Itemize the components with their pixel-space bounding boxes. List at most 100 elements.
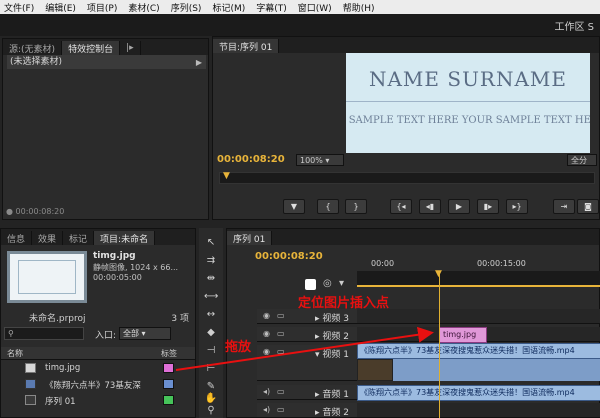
ripple-edit-tool-icon[interactable]: ⇹ [204,272,218,286]
project-item-video[interactable]: 《陈翔六点半》73基友深 [1,377,195,392]
no-clip-selected: (未选择素材) ▶ [7,55,206,69]
eye-icon[interactable]: ◉ [263,347,273,357]
tab-source[interactable]: 源:(无素材) [3,41,63,55]
project-item-timg[interactable]: timg.jpg [1,361,195,376]
clip-video1[interactable]: 《陈翔六点半》73基友深夜搜鬼惹众迷失措！国语流畅.mp4 [357,343,600,359]
track-name: ▸ 视频 2 [315,332,349,342]
rolling-edit-tool-icon[interactable]: ⟷ [204,290,218,304]
clip-video1-frames[interactable] [393,359,600,381]
track-name: ▾ 视频 1 [315,350,349,360]
track-header-audio1: ◂) ▭ ▸ 音频 1 [257,385,357,400]
zoom-value: 100% [300,156,323,165]
menu-project[interactable]: 项目(P) [83,1,124,14]
label-swatch [163,379,174,389]
clip-video1-thumbnail [357,359,393,381]
ruler-label-15s: 00:00:15:00 [477,259,526,268]
zoom-tool-icon[interactable]: ⚲ [204,404,218,418]
eye-icon[interactable]: ◉ [263,329,273,339]
marker-icon[interactable]: ◎ [323,278,332,289]
timeline-timecode[interactable]: 00:00:08:20 [255,251,323,262]
tab-project[interactable]: 项目:未命名 [94,231,156,245]
preview-sample-text: R SAMPLE TEXT HERE YOUR SAMPLE TEXT HE [346,115,590,126]
certificate-thumbnail-icon [18,260,76,294]
lock-icon[interactable]: ▭ [277,311,287,321]
ruler-label-start: 00:00 [371,259,395,268]
source-timecode: ● 00:00:08:20 [6,207,65,216]
column-name-header[interactable]: 名称 [7,348,23,359]
timeline-ruler[interactable] [357,271,600,287]
lock-icon[interactable]: ▭ [277,347,287,357]
playhead-icon[interactable]: ▼ [223,171,230,181]
step-back-button[interactable]: ◂▮ [419,199,441,214]
entry-select[interactable]: 全部 ▾ [119,327,171,340]
track-select-tool-icon[interactable]: ⇉ [204,254,218,268]
razor-tool-icon[interactable]: ◆ [204,326,218,340]
selected-file-name: timg.jpg [93,251,136,261]
program-scrubber[interactable] [219,172,595,184]
menu-clip[interactable]: 素材(C) [124,1,166,14]
timeline-playhead-icon[interactable]: ▼ [435,269,442,279]
menu-window[interactable]: 窗口(W) [294,1,339,14]
menu-marker[interactable]: 标记(M) [208,1,252,14]
add-marker-icon[interactable]: ▾ [339,278,344,289]
add-marker-button[interactable]: ▼ [283,199,305,214]
track-header-video2: ◉ ▭ ▸ 视频 2 [257,327,357,342]
annotation-insert-point: 定位图片插入点 [298,296,390,311]
project-item-sequence[interactable]: 序列 01 [1,393,195,408]
menu-sequence[interactable]: 序列(S) [167,1,209,14]
camera-icon[interactable]: ◙ [577,199,599,214]
menu-file[interactable]: 文件(F) [0,1,41,14]
source-panel: 源:(无素材) 特效控制台 |▸ (未选择素材) ▶ ● 00:00:08:20 [2,38,209,220]
go-to-out-button[interactable]: ▸} [506,199,528,214]
track-audio2[interactable] [357,403,600,418]
track-name-video1: 视频 1 [322,350,349,360]
speaker-icon[interactable]: ◂) [263,387,273,397]
preview-title-text: Name Surname [368,67,567,91]
go-to-in-button[interactable]: {◂ [390,199,412,214]
workspace-selector[interactable]: 工作区 S [554,18,594,33]
program-monitor: 节目:序列 01 Name Surname R SAMPLE TEXT HERE… [212,36,600,220]
slip-tool-icon[interactable]: ⊣ [204,344,218,358]
column-label-header[interactable]: 标签 [161,348,177,359]
tab-program[interactable]: 节目:序列 01 [213,39,280,53]
lock-icon[interactable]: ▭ [277,405,287,415]
lock-icon[interactable]: ▭ [277,329,287,339]
menu-edit[interactable]: 编辑(E) [41,1,83,14]
menu-title[interactable]: 字幕(T) [252,1,294,14]
lift-button[interactable]: ⇥ [553,199,575,214]
workspace-bar [0,14,600,36]
lock-icon[interactable]: ▭ [277,387,287,397]
clip-timg[interactable]: timg.jpg [439,327,487,343]
selected-file-thumbnail [7,251,87,303]
rate-stretch-tool-icon[interactable]: ↔ [204,308,218,322]
track-video3[interactable] [357,309,600,324]
step-forward-button[interactable]: ▮▸ [477,199,499,214]
project-item-label: 《陈翔六点半》73基友深 [45,381,141,391]
expand-arrow-icon[interactable]: ▶ [196,56,202,70]
clip-audio1[interactable]: 《陈翔六点半》73基友深夜搜鬼惹众迷失措！国语流畅.mp4 [357,385,600,401]
tab-info[interactable]: 信息 [1,231,33,245]
program-timecode[interactable]: 00:00:08:20 [217,154,285,165]
speaker-icon[interactable]: ◂) [263,405,273,415]
tab-effects[interactable]: 效果 [32,231,64,245]
tab-effect-controls[interactable]: 特效控制台 [62,41,121,55]
tab-sequence[interactable]: 序列 01 [227,231,273,245]
tab-markers[interactable]: 标记 [63,231,95,245]
mark-out-button[interactable]: } [345,199,367,214]
play-button[interactable]: ▶ [448,199,470,214]
quality-select[interactable]: 全分 [567,154,597,166]
eye-icon[interactable]: ◉ [263,311,273,321]
search-input[interactable]: ⚲ [4,327,84,340]
slide-tool-icon[interactable]: ⊢ [204,362,218,376]
zoom-select[interactable]: 100% ▾ [296,154,344,166]
menu-help[interactable]: 帮助(H) [339,1,382,14]
snap-icon[interactable] [305,279,316,290]
track-name-video2: 视频 2 [322,332,349,342]
project-item-count: 3 项 [171,314,189,324]
track-header-video3: ◉ ▭ ▸ 视频 3 [257,309,357,324]
source-tabs: 源:(无素材) 特效控制台 |▸ [3,39,208,55]
tab-more[interactable]: |▸ [120,41,141,55]
timeline-playhead-line[interactable] [439,271,440,418]
selection-tool-icon[interactable]: ↖ [204,236,218,250]
mark-in-button[interactable]: { [317,199,339,214]
